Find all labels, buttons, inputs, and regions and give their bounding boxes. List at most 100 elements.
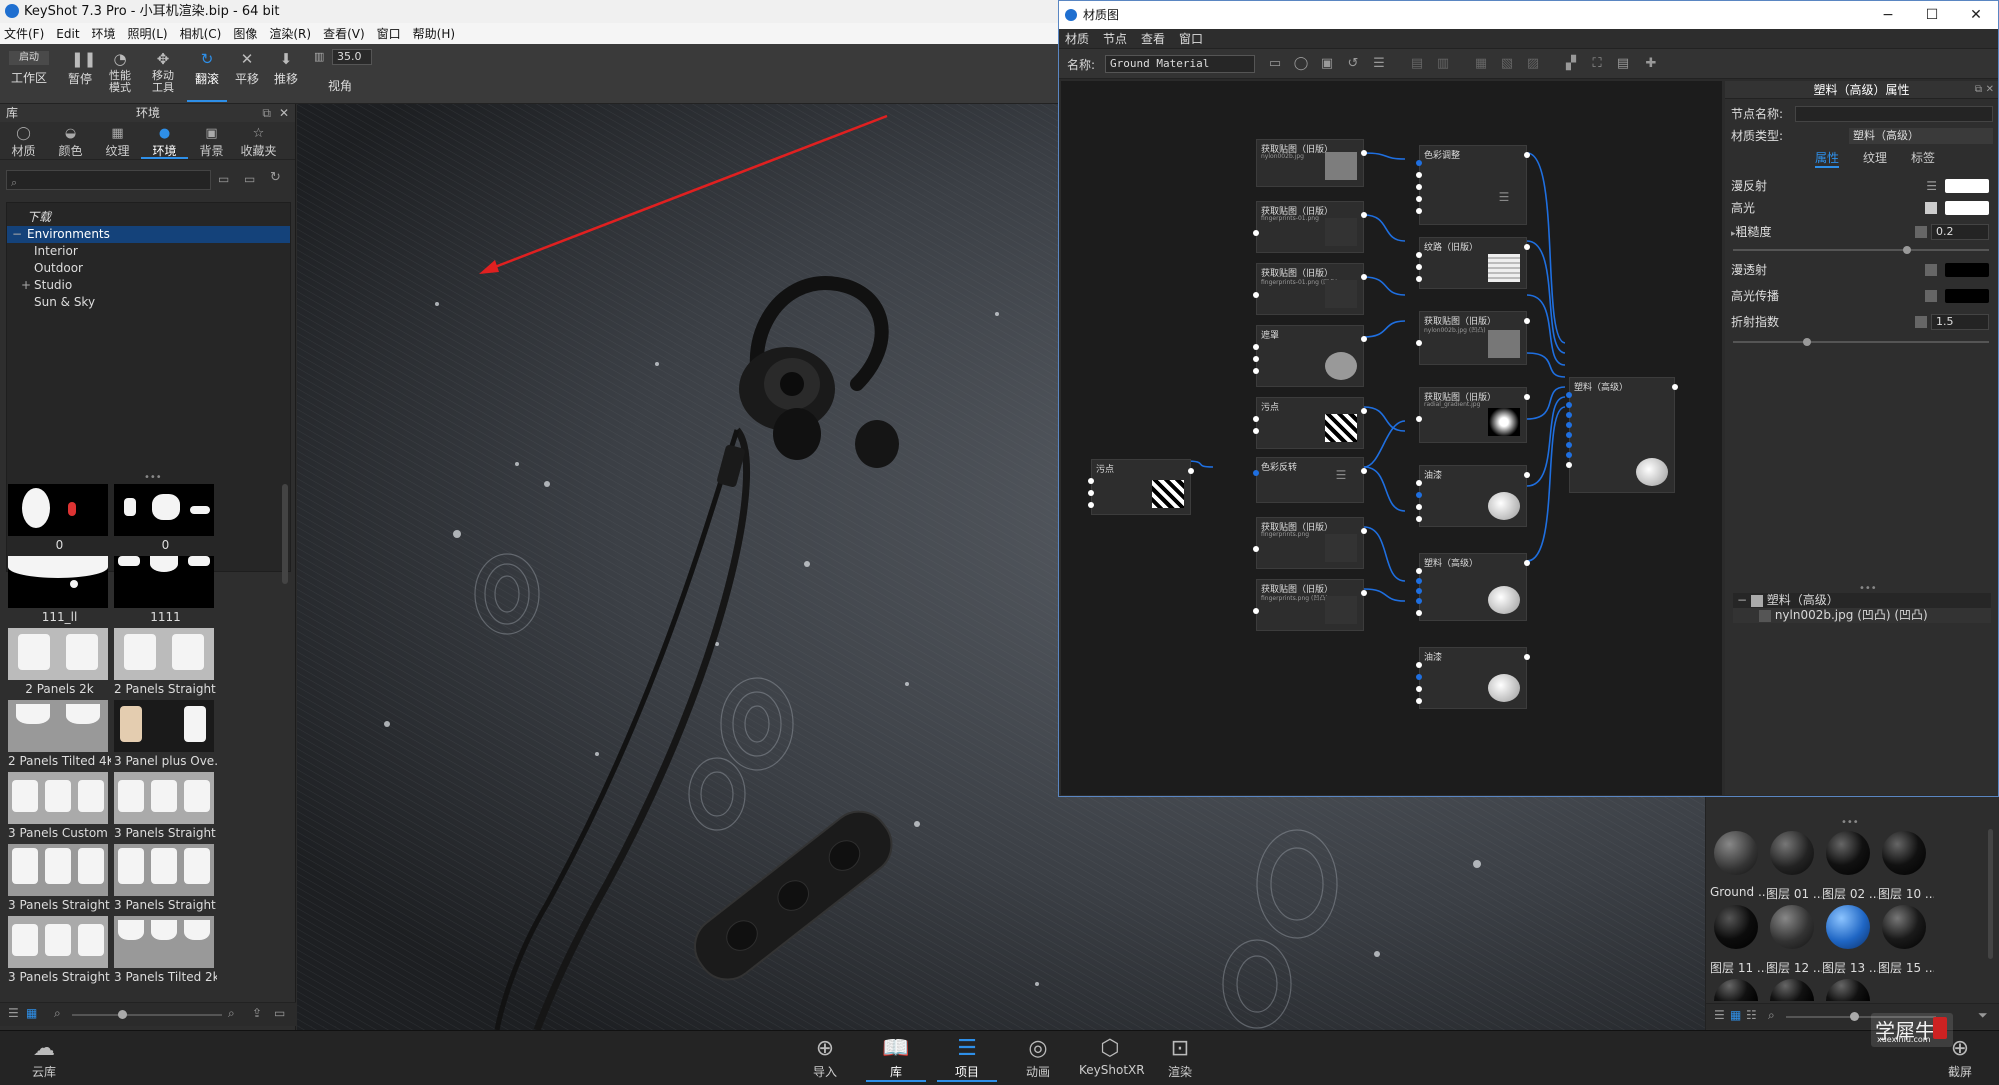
- delete-icon[interactable]: ▥: [1435, 56, 1451, 72]
- texture-slot-icon[interactable]: [1925, 290, 1937, 302]
- env-thumb[interactable]: 1111: [114, 556, 217, 628]
- env-thumb[interactable]: 3 Panels Custom ...: [8, 772, 111, 844]
- node-texture-map[interactable]: 获取贴图（旧版） fingerprints.png: [1253, 517, 1367, 569]
- pan-button[interactable]: ✕ 平移: [227, 46, 267, 102]
- env-thumb[interactable]: 3 Panels Tilted 2k: [114, 916, 217, 988]
- node-texture-map[interactable]: 获取贴图（旧版） nylon002b.jpg (凹凸): [1416, 311, 1530, 365]
- transmission-color-swatch[interactable]: [1945, 263, 1989, 277]
- env-thumb[interactable]: 2 Panels Straight...: [114, 628, 217, 700]
- reset-icon[interactable]: ↺: [1345, 56, 1361, 72]
- mg-menu-node[interactable]: 节点: [1103, 29, 1127, 48]
- tree-item-studio[interactable]: + Studio: [7, 277, 290, 294]
- texture-slot-icon[interactable]: [1925, 202, 1937, 214]
- menu-image[interactable]: 图像: [233, 25, 257, 42]
- dolly-button[interactable]: ⬇ 推移: [266, 46, 306, 102]
- mg-menu-material[interactable]: 材质: [1065, 29, 1089, 48]
- material-ball[interactable]: [1826, 905, 1870, 949]
- maximize-icon[interactable]: ☐: [1910, 1, 1954, 29]
- material-ball[interactable]: [1714, 831, 1758, 875]
- tree-item-interior[interactable]: Interior: [7, 243, 290, 260]
- env-thumb[interactable]: 3 Panels Straight...: [8, 844, 111, 916]
- tree-item-downloads[interactable]: 下载: [7, 209, 290, 226]
- splitter-handle[interactable]: •••: [144, 472, 162, 483]
- tree-item-sun-sky[interactable]: Sun & Sky: [7, 294, 290, 311]
- material-ball[interactable]: [1770, 831, 1814, 875]
- thumbnail-size-knob[interactable]: [118, 1010, 127, 1019]
- adjust-icon[interactable]: ☰: [1926, 177, 1937, 195]
- texture-slot-icon[interactable]: [1915, 226, 1927, 238]
- tab-favorites[interactable]: ☆ 收藏夹: [235, 122, 282, 159]
- splitter-handle[interactable]: •••: [1841, 817, 1859, 828]
- tab-textures[interactable]: ▦ 纹理: [94, 122, 141, 159]
- material-ball[interactable]: [1826, 831, 1870, 875]
- pause-button[interactable]: ❚❚ 暂停: [60, 46, 100, 102]
- ungroup-icon[interactable]: ▧: [1499, 56, 1515, 72]
- connect-icon[interactable]: ✚: [1643, 56, 1659, 72]
- tab-backplates[interactable]: ▣ 背景: [188, 122, 235, 159]
- env-thumb[interactable]: 3 Panel plus Ove...: [114, 700, 217, 772]
- performance-mode-button[interactable]: ◔ 性能模式: [100, 46, 140, 102]
- menu-edit[interactable]: Edit: [56, 27, 79, 41]
- zoom-out-icon[interactable]: ⌕: [1768, 1008, 1775, 1023]
- diffuse-color-swatch[interactable]: [1945, 179, 1989, 193]
- start-dropdown[interactable]: 启动: [9, 51, 49, 65]
- material-scrollbar[interactable]: [1988, 829, 1993, 959]
- tab-labels[interactable]: 标签: [1911, 149, 1935, 166]
- menu-help[interactable]: 帮助(H): [413, 25, 455, 42]
- env-thumb[interactable]: 2 Panels Tilted 4K: [8, 700, 111, 772]
- texture-slot-icon[interactable]: [1925, 264, 1937, 276]
- material-ball[interactable]: [1770, 979, 1814, 1001]
- node-paint[interactable]: 油漆: [1416, 465, 1530, 527]
- ior-slider-knob[interactable]: [1803, 338, 1811, 346]
- folder-icon[interactable]: ▭: [218, 172, 229, 186]
- material-graph-titlebar[interactable]: 材质图 − ☐ ✕: [1059, 1, 1998, 29]
- ior-slider[interactable]: [1733, 341, 1989, 343]
- env-thumb[interactable]: 2 Panels 2k: [8, 628, 111, 700]
- menu-file[interactable]: 文件(F): [4, 25, 44, 42]
- filter-icon[interactable]: ⏷: [1978, 1008, 1988, 1023]
- material-ball[interactable]: [1826, 979, 1870, 1001]
- env-thumb[interactable]: 0: [114, 484, 217, 556]
- panel-icon[interactable]: ▤: [1615, 56, 1631, 72]
- node-texture-map[interactable]: 获取贴图（旧版） fingerprints-01.png (凹凸): [1253, 263, 1367, 315]
- align-icon[interactable]: ▨: [1525, 56, 1541, 72]
- node-wood[interactable]: 纹路（旧版）: [1416, 237, 1530, 289]
- node-spots[interactable]: 污点: [1253, 397, 1367, 449]
- menu-environment[interactable]: 环境: [92, 25, 116, 42]
- grid-view-icon[interactable]: ▦: [1730, 1008, 1741, 1022]
- node-graph-canvas[interactable]: 获取贴图（旧版） nylon002b.jpg 获取贴图（旧版） fingerprin…: [1061, 81, 1722, 795]
- settings-icon[interactable]: ☰: [1371, 56, 1387, 72]
- thumbnail-size-slider[interactable]: [72, 1014, 222, 1016]
- layout-icon[interactable]: ▞: [1563, 56, 1579, 72]
- refresh-icon[interactable]: ↻: [270, 170, 281, 185]
- tree-item-environments[interactable]: − Environments: [7, 226, 290, 243]
- fov-input[interactable]: 35.0: [332, 49, 372, 65]
- material-ball[interactable]: [1770, 905, 1814, 949]
- sphere-preview-icon[interactable]: ◯: [1293, 56, 1309, 72]
- tumble-button[interactable]: ↻ 翻滚: [187, 46, 227, 102]
- group-icon[interactable]: ▦: [1473, 56, 1489, 72]
- menu-camera[interactable]: 相机(C): [180, 25, 222, 42]
- tab-materials[interactable]: ◯ 材质: [0, 122, 47, 159]
- menu-window[interactable]: 窗口: [377, 25, 401, 42]
- library-button[interactable]: 📖 库: [866, 1035, 926, 1082]
- node-paint[interactable]: 油漆: [1416, 647, 1530, 709]
- specular-color-swatch[interactable]: [1945, 201, 1989, 215]
- minimize-icon[interactable]: −: [1866, 1, 1910, 29]
- ior-value[interactable]: 1.5: [1931, 314, 1989, 330]
- tree-item-child[interactable]: nyln002b.jpg (凹凸) (凹凸): [1733, 608, 1991, 623]
- node-texture-map[interactable]: 获取贴图（旧版） radial_gradient.jpg: [1416, 387, 1530, 443]
- project-button[interactable]: ☰ 项目: [937, 1035, 997, 1082]
- folder-open-icon[interactable]: ▭: [274, 1006, 285, 1020]
- material-ball[interactable]: [1714, 905, 1758, 949]
- folder-add-icon[interactable]: ▭: [244, 172, 255, 186]
- animation-button[interactable]: ◎ 动画: [1008, 1035, 1068, 1080]
- node-plastic-advanced-output[interactable]: 塑料（高级）: [1566, 377, 1678, 493]
- undock-icon[interactable]: ⧉: [262, 104, 271, 122]
- import-button[interactable]: ⊕ 导入: [795, 1035, 855, 1080]
- roughness-slider-knob[interactable]: [1903, 246, 1911, 254]
- tree-item-root[interactable]: − 塑料（高级）: [1733, 593, 1991, 608]
- list-view-icon[interactable]: ☰: [1714, 1008, 1725, 1022]
- upload-icon[interactable]: ⇪: [252, 1006, 262, 1020]
- node-spots[interactable]: 污点: [1088, 459, 1194, 515]
